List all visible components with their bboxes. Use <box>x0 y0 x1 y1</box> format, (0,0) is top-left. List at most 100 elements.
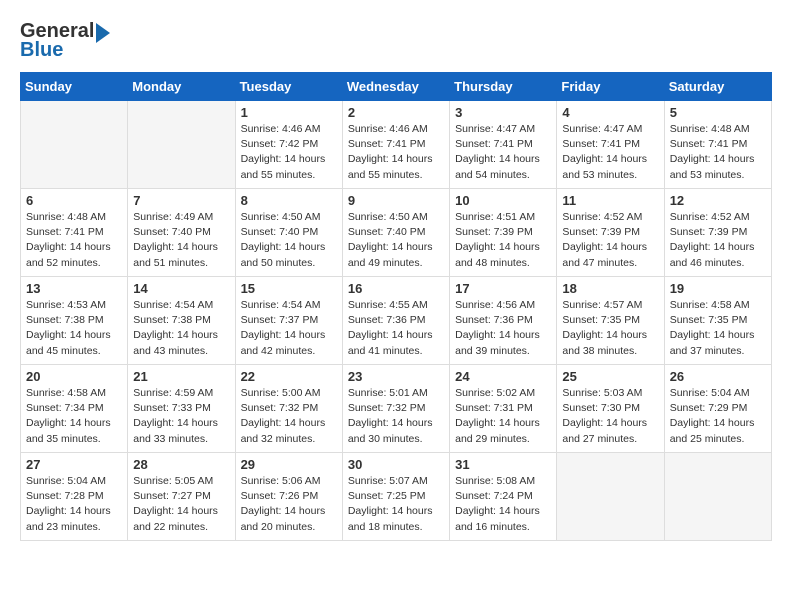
day-info: Sunrise: 4:47 AM Sunset: 7:41 PM Dayligh… <box>562 122 658 183</box>
day-info: Sunrise: 4:58 AM Sunset: 7:35 PM Dayligh… <box>670 298 766 359</box>
calendar-cell: 15 Sunrise: 4:54 AM Sunset: 7:37 PM Dayli… <box>235 277 342 365</box>
day-number: 1 <box>241 105 337 120</box>
week-row: 1 Sunrise: 4:46 AM Sunset: 7:42 PM Daylig… <box>21 101 772 189</box>
calendar-cell: 5 Sunrise: 4:48 AM Sunset: 7:41 PM Daylig… <box>664 101 771 189</box>
calendar-cell: 8 Sunrise: 4:50 AM Sunset: 7:40 PM Daylig… <box>235 189 342 277</box>
day-info: Sunrise: 4:57 AM Sunset: 7:35 PM Dayligh… <box>562 298 658 359</box>
weekday-header-row: SundayMondayTuesdayWednesdayThursdayFrid… <box>21 73 772 101</box>
calendar-cell: 20 Sunrise: 4:58 AM Sunset: 7:34 PM Dayli… <box>21 365 128 453</box>
weekday-header: Tuesday <box>235 73 342 101</box>
weekday-header: Thursday <box>450 73 557 101</box>
day-info: Sunrise: 4:50 AM Sunset: 7:40 PM Dayligh… <box>241 210 337 271</box>
day-number: 21 <box>133 369 229 384</box>
calendar-cell: 7Sunrise: 4:49 AM Sunset: 7:40 PM Daylig… <box>128 189 235 277</box>
day-number: 4 <box>562 105 658 120</box>
calendar-cell <box>557 453 664 541</box>
day-info: Sunrise: 4:46 AM Sunset: 7:42 PM Dayligh… <box>241 122 337 183</box>
day-info: Sunrise: 5:04 AM Sunset: 7:29 PM Dayligh… <box>670 386 766 447</box>
calendar-cell: 25 Sunrise: 5:03 AM Sunset: 7:30 PM Dayli… <box>557 365 664 453</box>
day-number: 8 <box>241 193 337 208</box>
calendar-cell: 24Sunrise: 5:02 AM Sunset: 7:31 PM Dayli… <box>450 365 557 453</box>
calendar-cell: 10 Sunrise: 4:51 AM Sunset: 7:39 PM Dayli… <box>450 189 557 277</box>
day-info: Sunrise: 4:59 AM Sunset: 7:33 PM Dayligh… <box>133 386 229 447</box>
calendar-cell: 21 Sunrise: 4:59 AM Sunset: 7:33 PM Dayli… <box>128 365 235 453</box>
day-number: 5 <box>670 105 766 120</box>
calendar-cell: 9 Sunrise: 4:50 AM Sunset: 7:40 PM Daylig… <box>342 189 449 277</box>
calendar-table: SundayMondayTuesdayWednesdayThursdayFrid… <box>20 72 772 541</box>
day-number: 23 <box>348 369 444 384</box>
day-number: 2 <box>348 105 444 120</box>
calendar-cell: 27 Sunrise: 5:04 AM Sunset: 7:28 PM Dayli… <box>21 453 128 541</box>
day-info: Sunrise: 4:47 AM Sunset: 7:41 PM Dayligh… <box>455 122 551 183</box>
weekday-header: Sunday <box>21 73 128 101</box>
day-info: Sunrise: 4:46 AM Sunset: 7:41 PM Dayligh… <box>348 122 444 183</box>
calendar-cell: 12 Sunrise: 4:52 AM Sunset: 7:39 PM Dayli… <box>664 189 771 277</box>
calendar-cell: 16Sunrise: 4:55 AM Sunset: 7:36 PM Dayli… <box>342 277 449 365</box>
day-info: Sunrise: 4:55 AM Sunset: 7:36 PM Dayligh… <box>348 298 444 359</box>
logo-arrow-icon <box>96 23 110 43</box>
calendar-cell <box>664 453 771 541</box>
day-info: Sunrise: 4:53 AM Sunset: 7:38 PM Dayligh… <box>26 298 122 359</box>
day-info: Sunrise: 5:02 AM Sunset: 7:31 PM Dayligh… <box>455 386 551 447</box>
calendar-cell: 6 Sunrise: 4:48 AM Sunset: 7:41 PM Daylig… <box>21 189 128 277</box>
calendar-cell: 14 Sunrise: 4:54 AM Sunset: 7:38 PM Dayli… <box>128 277 235 365</box>
day-number: 28 <box>133 457 229 472</box>
day-info: Sunrise: 5:03 AM Sunset: 7:30 PM Dayligh… <box>562 386 658 447</box>
day-info: Sunrise: 4:51 AM Sunset: 7:39 PM Dayligh… <box>455 210 551 271</box>
day-number: 9 <box>348 193 444 208</box>
calendar-cell: 11 Sunrise: 4:52 AM Sunset: 7:39 PM Dayli… <box>557 189 664 277</box>
weekday-header: Monday <box>128 73 235 101</box>
calendar-cell: 2 Sunrise: 4:46 AM Sunset: 7:41 PM Daylig… <box>342 101 449 189</box>
day-number: 3 <box>455 105 551 120</box>
weekday-header: Saturday <box>664 73 771 101</box>
day-info: Sunrise: 4:54 AM Sunset: 7:38 PM Dayligh… <box>133 298 229 359</box>
day-number: 19 <box>670 281 766 296</box>
weekday-header: Friday <box>557 73 664 101</box>
week-row: 6 Sunrise: 4:48 AM Sunset: 7:41 PM Daylig… <box>21 189 772 277</box>
day-info: Sunrise: 4:52 AM Sunset: 7:39 PM Dayligh… <box>562 210 658 271</box>
day-info: Sunrise: 5:05 AM Sunset: 7:27 PM Dayligh… <box>133 474 229 535</box>
calendar-cell: 28 Sunrise: 5:05 AM Sunset: 7:27 PM Dayli… <box>128 453 235 541</box>
day-number: 22 <box>241 369 337 384</box>
calendar-cell: 19 Sunrise: 4:58 AM Sunset: 7:35 PM Dayli… <box>664 277 771 365</box>
day-info: Sunrise: 4:48 AM Sunset: 7:41 PM Dayligh… <box>670 122 766 183</box>
day-number: 17 <box>455 281 551 296</box>
calendar-cell: 1 Sunrise: 4:46 AM Sunset: 7:42 PM Daylig… <box>235 101 342 189</box>
day-number: 30 <box>348 457 444 472</box>
day-info: Sunrise: 4:48 AM Sunset: 7:41 PM Dayligh… <box>26 210 122 271</box>
day-info: Sunrise: 5:04 AM Sunset: 7:28 PM Dayligh… <box>26 474 122 535</box>
day-number: 13 <box>26 281 122 296</box>
day-number: 12 <box>670 193 766 208</box>
calendar-cell <box>128 101 235 189</box>
day-number: 10 <box>455 193 551 208</box>
day-info: Sunrise: 5:08 AM Sunset: 7:24 PM Dayligh… <box>455 474 551 535</box>
day-info: Sunrise: 5:06 AM Sunset: 7:26 PM Dayligh… <box>241 474 337 535</box>
calendar-cell: 29Sunrise: 5:06 AM Sunset: 7:26 PM Dayli… <box>235 453 342 541</box>
day-number: 15 <box>241 281 337 296</box>
day-info: Sunrise: 5:07 AM Sunset: 7:25 PM Dayligh… <box>348 474 444 535</box>
calendar-cell: 26 Sunrise: 5:04 AM Sunset: 7:29 PM Dayli… <box>664 365 771 453</box>
page-header: General Blue <box>20 20 772 62</box>
day-number: 27 <box>26 457 122 472</box>
day-number: 20 <box>26 369 122 384</box>
logo-blue-text: Blue <box>20 39 63 62</box>
day-info: Sunrise: 4:52 AM Sunset: 7:39 PM Dayligh… <box>670 210 766 271</box>
day-number: 11 <box>562 193 658 208</box>
calendar-cell: 22Sunrise: 5:00 AM Sunset: 7:32 PM Dayli… <box>235 365 342 453</box>
week-row: 13 Sunrise: 4:53 AM Sunset: 7:38 PM Dayli… <box>21 277 772 365</box>
day-info: Sunrise: 4:58 AM Sunset: 7:34 PM Dayligh… <box>26 386 122 447</box>
calendar-cell: 4 Sunrise: 4:47 AM Sunset: 7:41 PM Daylig… <box>557 101 664 189</box>
day-info: Sunrise: 4:49 AM Sunset: 7:40 PM Dayligh… <box>133 210 229 271</box>
calendar-cell <box>21 101 128 189</box>
week-row: 20 Sunrise: 4:58 AM Sunset: 7:34 PM Dayli… <box>21 365 772 453</box>
day-info: Sunrise: 4:50 AM Sunset: 7:40 PM Dayligh… <box>348 210 444 271</box>
calendar-cell: 18 Sunrise: 4:57 AM Sunset: 7:35 PM Dayli… <box>557 277 664 365</box>
day-number: 6 <box>26 193 122 208</box>
calendar-cell: 17Sunrise: 4:56 AM Sunset: 7:36 PM Dayli… <box>450 277 557 365</box>
day-number: 14 <box>133 281 229 296</box>
day-info: Sunrise: 4:54 AM Sunset: 7:37 PM Dayligh… <box>241 298 337 359</box>
day-number: 25 <box>562 369 658 384</box>
day-number: 26 <box>670 369 766 384</box>
day-number: 18 <box>562 281 658 296</box>
calendar-cell: 30 Sunrise: 5:07 AM Sunset: 7:25 PM Dayli… <box>342 453 449 541</box>
